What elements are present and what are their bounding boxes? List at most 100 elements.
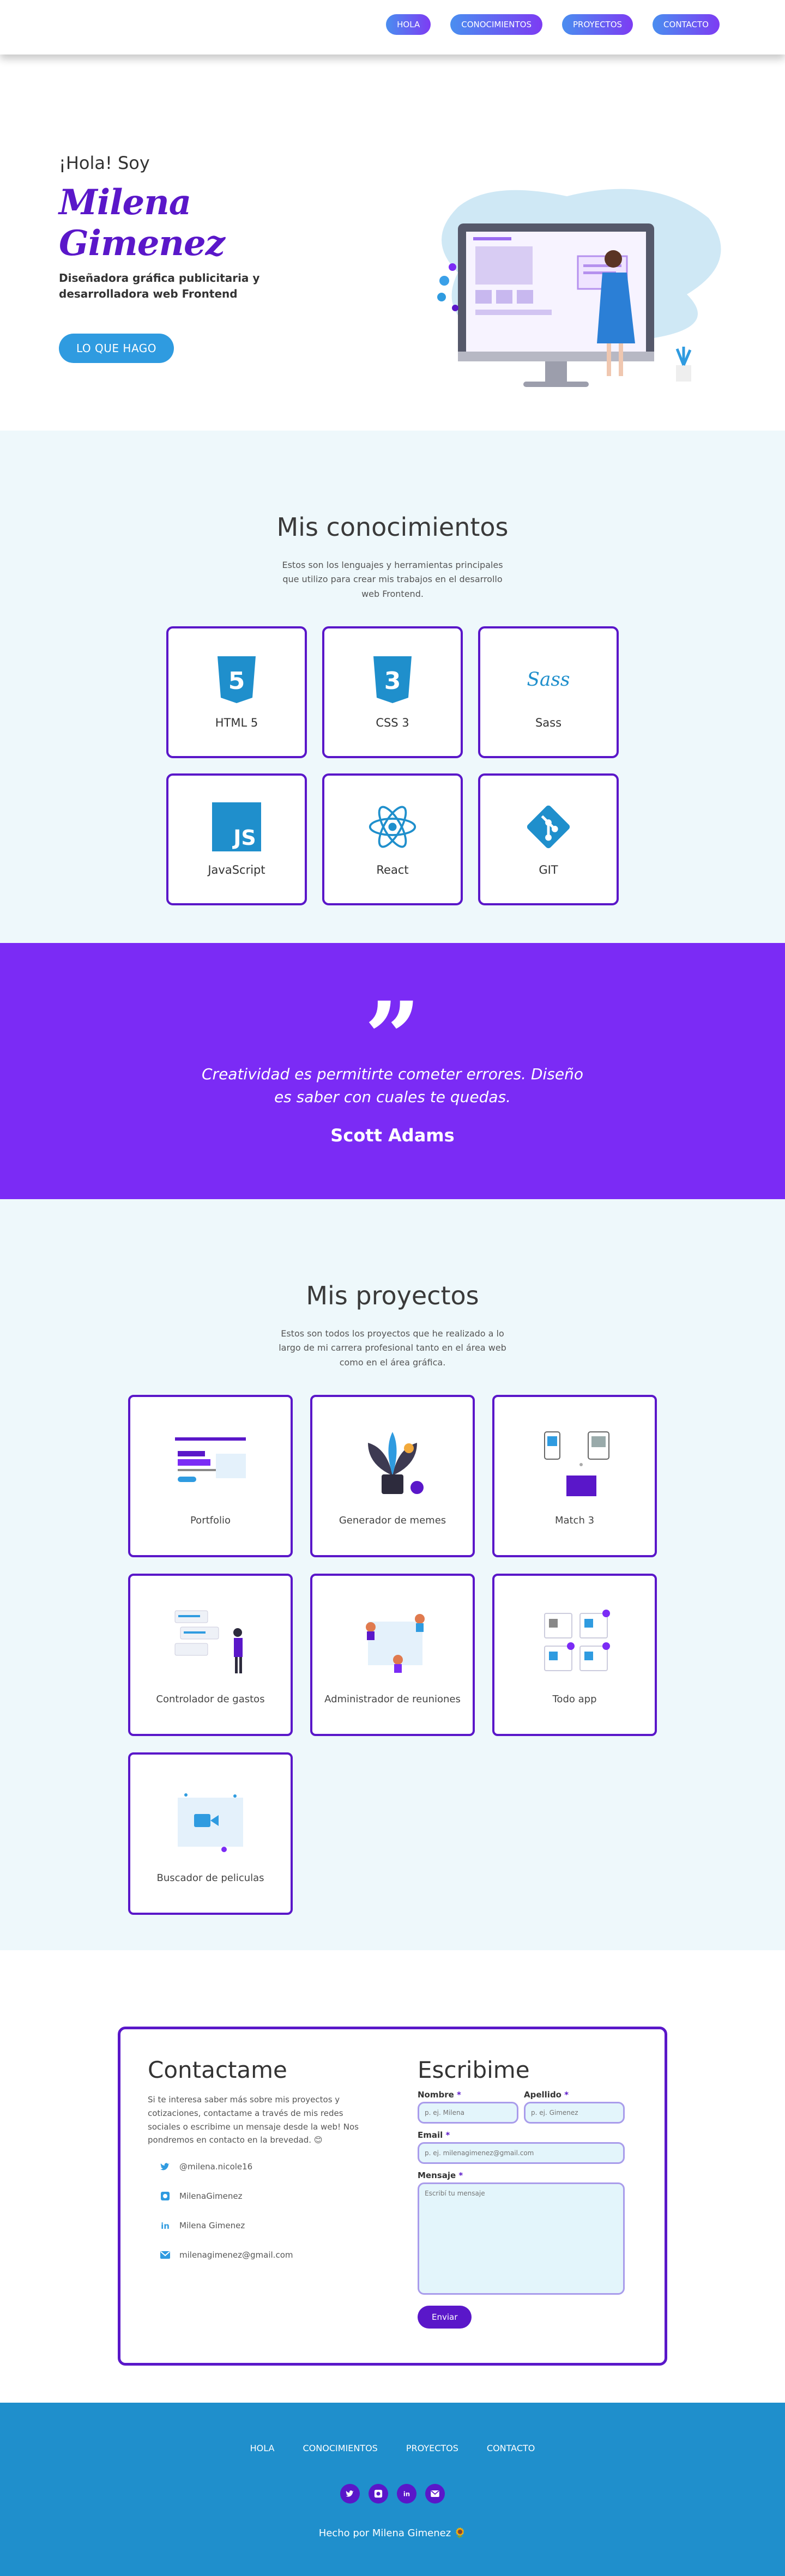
skill-card-sass: Sass Sass	[478, 626, 619, 759]
contact-info: Contactame Si te interesa saber más sobr…	[148, 2057, 366, 2279]
social-list: @milena.nicole16 MilenaGimenez in Milena…	[148, 2161, 366, 2260]
name-label: Nombre *	[418, 2090, 461, 2100]
social-text: milenagimenez@gmail.com	[179, 2250, 293, 2260]
project-card-memes[interactable]: Generador de memes	[310, 1395, 475, 1558]
mail-icon[interactable]	[425, 2484, 445, 2504]
lo-que-hago-button[interactable]: LO QUE HAGO	[59, 334, 174, 363]
svg-text:Sass: Sass	[527, 669, 570, 691]
form-title: Escribime	[418, 2057, 530, 2083]
skill-label: CSS 3	[376, 716, 409, 730]
projects-section: Mis proyectos Estos son todos los proyec…	[0, 1199, 785, 1950]
message-textarea[interactable]	[418, 2182, 625, 2295]
contact-description: Si te interesa saber más sobre mis proye…	[148, 2095, 359, 2145]
lastname-input[interactable]	[524, 2102, 625, 2124]
nav-conocimientos-button[interactable]: CONOCIMIENTOS	[450, 14, 542, 35]
skills-grid: 5 HTML 5 3 CSS 3 Sass Sass JS JavaScript	[166, 626, 619, 906]
social-text: MilenaGimenez	[179, 2191, 243, 2201]
projects-grid: Portfolio Generador de memes Match 3 Con…	[128, 1395, 657, 1915]
quote-author: Scott Adams	[330, 1125, 455, 1146]
footer-nav-proyectos[interactable]: PROYECTOS	[406, 2443, 458, 2453]
project-card-peliculas[interactable]: Buscador de peliculas	[128, 1752, 293, 1915]
footer-nav-contacto[interactable]: CONTACTO	[487, 2443, 535, 2453]
footer-nav: HOLA CONOCIMIENTOS PROYECTOS CONTACTO	[0, 2443, 785, 2453]
social-item-mail[interactable]: milenagimenez@gmail.com	[160, 2250, 366, 2260]
svg-text:5: 5	[228, 667, 245, 695]
send-button[interactable]: Enviar	[418, 2306, 472, 2329]
name-input[interactable]	[418, 2102, 518, 2124]
quote-text: Creatividad es permitirte cometer errore…	[202, 1065, 583, 1106]
contact-form: Escribime Nombre * Apellido * Email * Me…	[418, 2057, 625, 2329]
nav-contacto-button[interactable]: CONTACTO	[653, 14, 720, 35]
social-text: Milena Gimenez	[179, 2221, 245, 2230]
hero-section: ¡Hola! Soy Milena Gimenez Diseñadora grá…	[0, 55, 785, 431]
github-icon	[160, 2191, 171, 2202]
html5-icon: 5	[212, 655, 261, 704]
project-card-reuniones[interactable]: Administrador de reuniones	[310, 1574, 475, 1737]
twitter-icon	[160, 2161, 171, 2172]
meetings-illustration	[366, 1613, 425, 1673]
nav-proyectos-button[interactable]: PROYECTOS	[561, 14, 633, 35]
project-label: Todo app	[552, 1693, 597, 1705]
nav-hola-button[interactable]: HOLA	[386, 14, 431, 35]
project-card-match3[interactable]: Match 3	[492, 1395, 657, 1558]
skill-card-git: GIT	[478, 773, 619, 906]
project-card-portfolio[interactable]: Portfolio	[128, 1395, 293, 1558]
twitter-icon[interactable]	[340, 2484, 360, 2504]
portfolio-illustration	[175, 1437, 246, 1482]
footer: HOLA CONOCIMIENTOS PROYECTOS CONTACTO in…	[0, 2403, 785, 2576]
top-navbar: HOLA CONOCIMIENTOS PROYECTOS CONTACTO	[0, 0, 785, 55]
devices-illustration	[544, 1431, 609, 1496]
linkedin-icon[interactable]: in	[397, 2484, 416, 2504]
hero-subtitle: Diseñadora gráfica publicitaria y desarr…	[59, 271, 260, 300]
svg-text:JS: JS	[232, 826, 256, 850]
footer-nav-conocimientos[interactable]: CONOCIMIENTOS	[303, 2443, 377, 2453]
todo-illustration	[544, 1609, 610, 1671]
javascript-icon: JS	[212, 802, 261, 852]
nav-menu: HOLA CONOCIMIENTOS PROYECTOS CONTACTO	[0, 0, 785, 35]
project-label: Match 3	[554, 1514, 595, 1526]
skill-label: Sass	[535, 716, 562, 730]
skill-card-css3: 3 CSS 3	[322, 626, 463, 759]
skills-description: Estos son los lenguajes y herramientas p…	[282, 560, 503, 599]
react-icon	[368, 802, 417, 851]
skill-card-react: React	[322, 773, 463, 906]
social-item-twitter[interactable]: @milena.nicole16	[160, 2161, 366, 2172]
skill-label: React	[376, 863, 409, 877]
email-label: Email *	[418, 2130, 450, 2140]
projects-title: Mis proyectos	[306, 1281, 479, 1310]
css3-icon: 3	[368, 655, 417, 704]
contact-box: Contactame Si te interesa saber más sobr…	[118, 2027, 667, 2366]
git-icon	[524, 802, 573, 851]
contact-section: Contactame Si te interesa saber más sobr…	[0, 1950, 785, 2403]
social-item-linkedin[interactable]: in Milena Gimenez	[160, 2220, 366, 2231]
svg-text:in: in	[403, 2490, 410, 2498]
name-row: Nombre * Apellido *	[418, 2083, 625, 2124]
quote-icon: ”	[0, 997, 785, 1047]
quote-section: ” Creatividad es permitirte cometer erro…	[0, 943, 785, 1199]
footer-social-icons: in	[0, 2484, 785, 2504]
social-text: @milena.nicole16	[179, 2162, 253, 2172]
project-card-gastos[interactable]: Controlador de gastos	[128, 1574, 293, 1737]
project-label: Buscador de peliculas	[156, 1872, 264, 1884]
project-label: Portfolio	[190, 1514, 231, 1526]
skill-label: GIT	[539, 863, 558, 877]
skill-label: HTML 5	[215, 716, 258, 730]
skill-card-html5: 5 HTML 5	[166, 626, 307, 759]
project-label: Controlador de gastos	[156, 1693, 265, 1705]
expenses-illustration	[174, 1610, 243, 1673]
hero-greeting: ¡Hola! Soy	[59, 153, 150, 173]
email-input[interactable]	[418, 2142, 625, 2164]
movies-illustration	[178, 1793, 243, 1852]
github-icon[interactable]	[369, 2484, 388, 2504]
hero-illustration	[437, 189, 721, 387]
svg-text:in: in	[161, 2221, 170, 2230]
lastname-label: Apellido *	[524, 2090, 569, 2100]
project-label: Generador de memes	[339, 1514, 446, 1526]
project-label: Administrador de reuniones	[324, 1693, 461, 1705]
social-item-github[interactable]: MilenaGimenez	[160, 2191, 366, 2202]
svg-text:3: 3	[384, 667, 401, 695]
footer-nav-hola[interactable]: HOLA	[250, 2443, 275, 2453]
skill-card-javascript: JS JavaScript	[166, 773, 307, 906]
contact-title: Contactame	[148, 2057, 287, 2083]
project-card-todo[interactable]: Todo app	[492, 1574, 657, 1737]
